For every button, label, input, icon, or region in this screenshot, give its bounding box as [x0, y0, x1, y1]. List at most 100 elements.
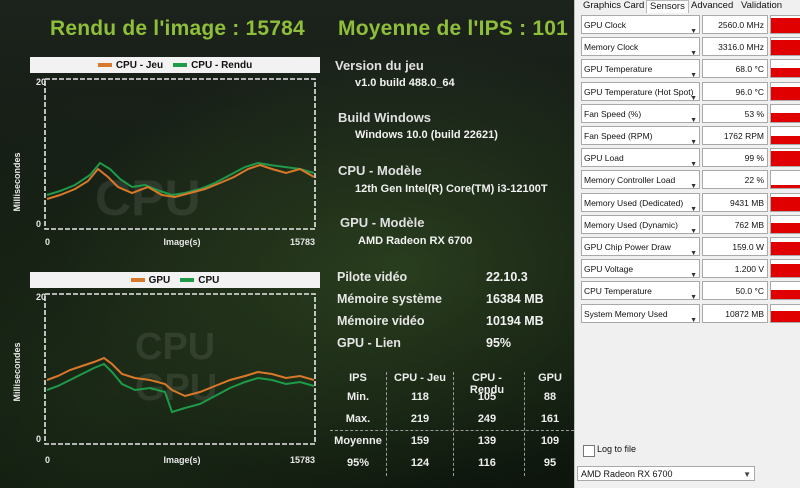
- sensor-graph: [770, 192, 800, 212]
- tab-validation[interactable]: Validation: [741, 0, 782, 12]
- sensor-name: Memory Used (Dynamic): [584, 219, 678, 230]
- sensor-name-select[interactable]: Fan Speed (%) ▼: [581, 103, 700, 123]
- tab-sensors[interactable]: Sensors: [646, 0, 689, 13]
- sensor-graph-fill: [771, 68, 800, 78]
- sensor-value: 68.0 °C: [702, 59, 768, 79]
- fps-row-max-gpu: 161: [540, 413, 560, 425]
- sensor-name-select[interactable]: GPU Temperature (Hot Spot) ▼: [581, 81, 700, 101]
- tab-advanced[interactable]: Advanced: [691, 0, 733, 12]
- sensor-name-select[interactable]: Memory Used (Dynamic) ▼: [581, 214, 700, 234]
- chevron-down-icon: ▼: [690, 72, 697, 79]
- sensor-graph: [770, 148, 800, 168]
- fps-row-p95-cpu-game: 124: [410, 457, 430, 469]
- sensor-row: GPU Chip Power Draw ▼ 159.0 W: [581, 237, 800, 256]
- fps-row-p95-gpu: 95: [543, 457, 557, 469]
- sensor-graph-fill: [771, 263, 800, 278]
- benchmark-results-panel: Rendu de l'image : 15784 Moyenne de l'IP…: [0, 0, 574, 488]
- chevron-down-icon: ▼: [690, 227, 697, 234]
- fps-row-min-label: Min.: [347, 391, 369, 403]
- sensor-row: System Memory Used ▼ 10872 MB: [581, 303, 800, 323]
- sensor-graph-fill: [771, 242, 800, 255]
- gpuz-window: Graphics Card Sensors Advanced Validatio…: [574, 0, 800, 488]
- chevron-down-icon: ▼: [690, 250, 697, 256]
- sensor-graph: [770, 81, 800, 101]
- chart1-svg: CPU Millisecondes 20 0 0 Image(s) 15783: [12, 77, 316, 247]
- tab-graphics-card[interactable]: Graphics Card: [583, 0, 644, 12]
- sensor-name-select[interactable]: GPU Chip Power Draw ▼: [581, 237, 700, 256]
- device-select[interactable]: AMD Radeon RX 6700 ▼: [577, 466, 755, 481]
- chart1-watermark: CPU: [95, 170, 201, 226]
- sensor-name-select[interactable]: GPU Temperature ▼: [581, 59, 700, 79]
- sensor-value: 9431 MB: [702, 192, 768, 212]
- log-to-file-label: Log to file: [597, 444, 637, 454]
- fps-row-p95-cpu-render: 116: [478, 457, 496, 469]
- chevron-down-icon: ▼: [690, 139, 697, 145]
- sensor-graph: [770, 59, 800, 79]
- sensor-row: GPU Clock ▼ 2560.0 MHz: [581, 15, 800, 34]
- chart2-ymin: 0: [36, 434, 41, 444]
- chevron-down-icon: ▼: [743, 470, 751, 479]
- fps-row-min-gpu: 88: [543, 391, 557, 403]
- sensor-name-select[interactable]: GPU Load ▼: [581, 148, 700, 168]
- fps-row-max-cpu-game: 219: [410, 413, 430, 425]
- gpuz-tabs: Graphics Card Sensors Advanced Validatio…: [575, 0, 800, 13]
- sensor-row: Fan Speed (%) ▼ 53 %: [581, 103, 800, 123]
- sensor-value: 1762 RPM: [702, 126, 768, 145]
- sensor-graph-fill: [771, 185, 800, 189]
- sensor-graph-fill: [771, 86, 800, 100]
- chevron-down-icon: ▼: [690, 94, 697, 101]
- fps-table-header-ips: IPS: [349, 372, 367, 384]
- windows-build-label: Build Windows: [338, 110, 432, 125]
- chart1-ylabel: Millisecondes: [12, 152, 22, 211]
- sensor-graph: [770, 214, 800, 234]
- fps-row-avg-cpu-render: 139: [477, 435, 497, 447]
- fps-table-header-gpu: GPU: [538, 372, 562, 384]
- spec-system-memory-label: Mémoire système: [337, 292, 442, 306]
- fps-table-divider: [330, 430, 574, 431]
- sensor-value: 53 %: [702, 103, 768, 123]
- cpu-frametime-chart: CPU - Jeu CPU - Rendu CPU Millisecondes …: [0, 57, 330, 257]
- sensor-name-select[interactable]: Fan Speed (RPM) ▼: [581, 126, 700, 145]
- fps-row-p95-label: 95%: [346, 457, 370, 469]
- sensor-value: 50.0 °C: [702, 281, 768, 301]
- fps-row-avg-gpu: 109: [540, 435, 560, 447]
- windows-build-value: Windows 10.0 (build 22621): [355, 129, 498, 141]
- sensor-name-select[interactable]: Memory Controller Load ▼: [581, 170, 700, 190]
- game-version-label: Version du jeu: [335, 58, 424, 73]
- chart1-xlabel: Image(s): [163, 237, 200, 247]
- chevron-down-icon: ▼: [690, 272, 697, 279]
- game-version-value: v1.0 build 488.0_64: [355, 77, 455, 89]
- sensor-name-select[interactable]: GPU Clock ▼: [581, 15, 700, 34]
- chart2-xmin: 0: [45, 455, 50, 465]
- chart2-ylabel: Millisecondes: [12, 342, 22, 401]
- fps-row-avg-cpu-game: 159: [410, 435, 430, 447]
- chevron-down-icon: ▼: [690, 28, 697, 34]
- chart1-xmax: 15783: [290, 237, 315, 247]
- chart1-ymax: 20: [36, 77, 46, 87]
- fps-table-col-divider-1: [386, 372, 387, 476]
- gpu-model-value: AMD Radeon RX 6700: [358, 235, 473, 247]
- sensor-name-select[interactable]: GPU Voltage ▼: [581, 259, 700, 279]
- spec-video-memory-label: Mémoire vidéo: [337, 314, 425, 328]
- sensor-name: GPU Clock: [584, 20, 627, 30]
- sensor-graph-fill: [771, 150, 800, 167]
- sensor-value: 96.0 °C: [702, 81, 768, 101]
- chart2-xlabel: Image(s): [163, 455, 200, 465]
- sensor-name: System Memory Used: [584, 308, 668, 319]
- spec-video-memory-value: 10194 MB: [486, 314, 544, 328]
- sensor-name-select[interactable]: CPU Temperature ▼: [581, 281, 700, 301]
- sensor-value: 99 %: [702, 148, 768, 168]
- device-select-value: AMD Radeon RX 6700: [581, 469, 673, 479]
- sensor-name-select[interactable]: Memory Used (Dedicated) ▼: [581, 192, 700, 212]
- sensor-row: Fan Speed (RPM) ▼ 1762 RPM: [581, 126, 800, 145]
- sensor-graph-fill: [771, 311, 800, 322]
- log-to-file-checkbox[interactable]: [583, 445, 595, 457]
- sensor-row: Memory Used (Dedicated) ▼ 9431 MB: [581, 192, 800, 212]
- sensor-name-select[interactable]: Memory Clock ▼: [581, 37, 700, 57]
- sensor-name-select[interactable]: System Memory Used ▼: [581, 303, 700, 323]
- sensor-name: Fan Speed (%): [584, 108, 642, 119]
- chart2-ymax: 20: [36, 292, 46, 302]
- sensor-name: Memory Controller Load: [584, 175, 676, 186]
- fps-table-col-divider-3: [524, 372, 525, 476]
- sensor-row: GPU Voltage ▼ 1.200 V: [581, 259, 800, 279]
